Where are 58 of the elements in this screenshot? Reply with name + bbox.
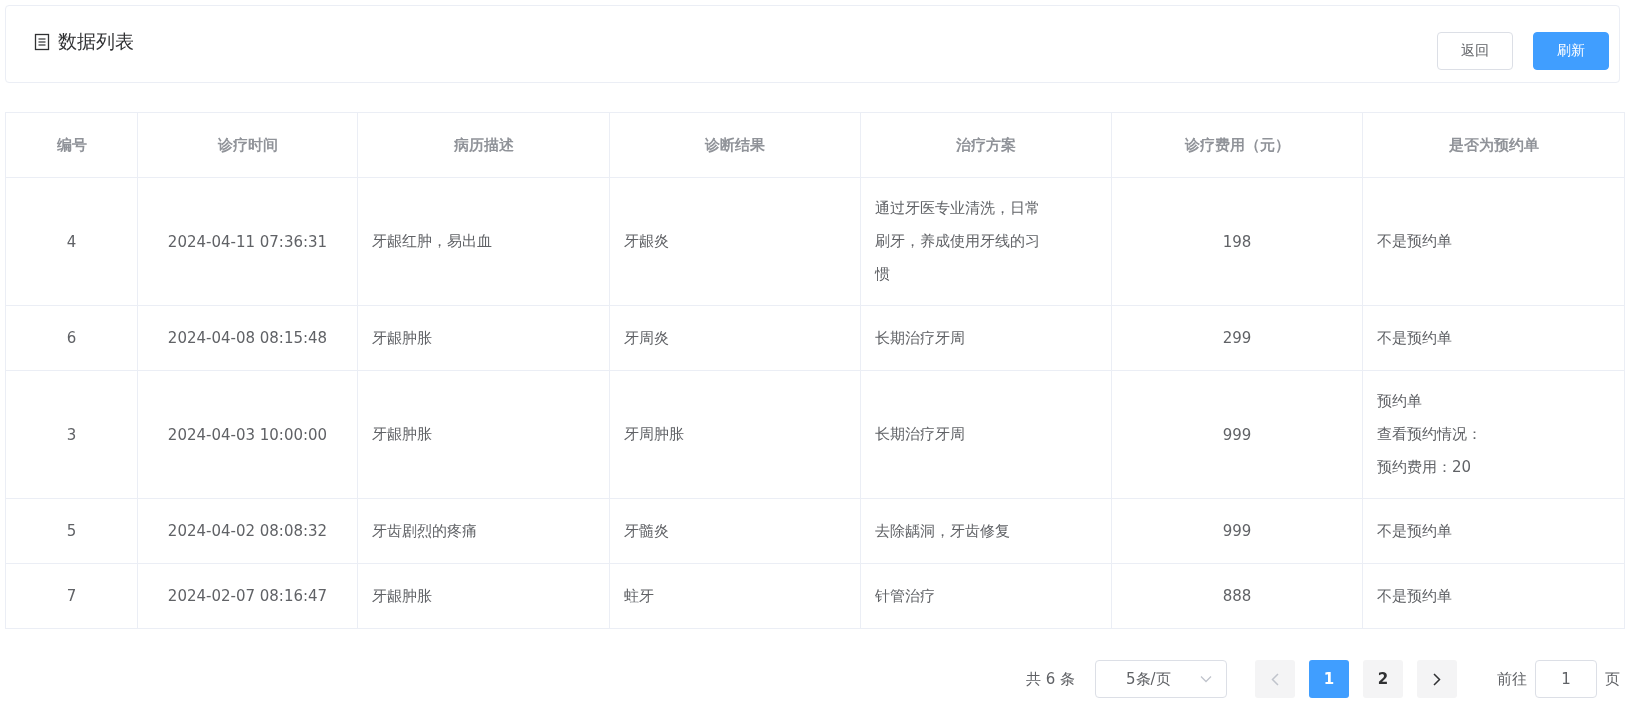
table-cell: 去除龋洞，牙齿修复 (860, 498, 1112, 564)
table-cell: 针管治疗 (860, 563, 1112, 629)
table-cell: 牙龈红肿，易出血 (357, 177, 610, 306)
total-count: 共 6 条 (1025, 669, 1075, 689)
table-cell: 牙齿剧烈的疼痛 (357, 498, 610, 564)
table-cell: 888 (1111, 563, 1363, 629)
appointment-text: 不是预约单 (1377, 231, 1453, 252)
table-cell: 2024-04-08 08:15:48 (137, 305, 358, 371)
table-cell: 198 (1111, 177, 1363, 306)
table-cell: 299 (1111, 305, 1363, 371)
table-cell: 2024-02-07 08:16:47 (137, 563, 358, 629)
table-cell: 牙周炎 (609, 305, 861, 371)
appointment-text: 不是预约单 (1377, 520, 1453, 542)
next-page-button[interactable] (1417, 660, 1457, 698)
table-cell: 5 (5, 498, 138, 564)
table-cell: 长期治疗牙周 (860, 370, 1112, 499)
table-cell: 3 (5, 370, 138, 499)
goto-label: 前往 (1497, 669, 1527, 689)
appointment-text: 预约单 (1377, 391, 1423, 412)
table-cell: 牙周肿胀 (609, 370, 861, 499)
chevron-right-icon (1433, 672, 1441, 686)
table-cell: 2024-04-02 08:08:32 (137, 498, 358, 564)
column-header: 治疗方案 (860, 112, 1112, 178)
chevron-down-icon (1200, 675, 1212, 683)
table-cell: 7 (5, 563, 138, 629)
table-cell: 长期治疗牙周 (860, 305, 1112, 371)
column-header: 编号 (5, 112, 138, 178)
column-header: 是否为预约单 (1362, 112, 1625, 178)
appointment-text: 预约费用：20 (1377, 457, 1473, 478)
page-input[interactable]: 1 (1535, 660, 1597, 698)
page-suffix: 页 (1605, 669, 1620, 689)
table-cell: 2024-04-11 07:36:31 (137, 177, 358, 306)
table-cell: 2024-04-03 10:00:00 (137, 370, 358, 499)
appointment-text: 查看预约情况： (1377, 424, 1483, 445)
previous-page-button[interactable] (1255, 660, 1295, 698)
column-header: 诊断结果 (609, 112, 861, 178)
table-cell: 牙龈肿胀 (357, 370, 610, 499)
page-title: 数据列表 (58, 29, 134, 54)
table-cell: 牙龈肿胀 (357, 305, 610, 371)
table-cell: 蛀牙 (609, 563, 861, 629)
column-header: 病历描述 (357, 112, 610, 178)
table-cell: 999 (1111, 498, 1363, 564)
column-header: 诊疗时间 (137, 112, 358, 178)
back-button[interactable]: 返回 (1437, 32, 1513, 70)
page-size-select[interactable]: 5条/页 (1095, 660, 1227, 698)
appointment-text: 不是预约单 (1377, 585, 1453, 607)
table-cell: 999 (1111, 370, 1363, 499)
table-cell: 牙龈肿胀 (357, 563, 610, 629)
table-cell: 牙髓炎 (609, 498, 861, 564)
table-cell: 4 (5, 177, 138, 306)
chevron-left-icon (1271, 672, 1279, 686)
appointment-text: 不是预约单 (1377, 327, 1453, 349)
table-cell: 6 (5, 305, 138, 371)
table-cell: 通过牙医专业清洗，日常刷牙，养成使用牙线的习惯 (860, 177, 1112, 306)
table-cell: 牙龈炎 (609, 177, 861, 306)
page-button[interactable]: 2 (1363, 660, 1403, 698)
list-icon (34, 33, 50, 51)
column-header: 诊疗费用（元） (1111, 112, 1363, 178)
